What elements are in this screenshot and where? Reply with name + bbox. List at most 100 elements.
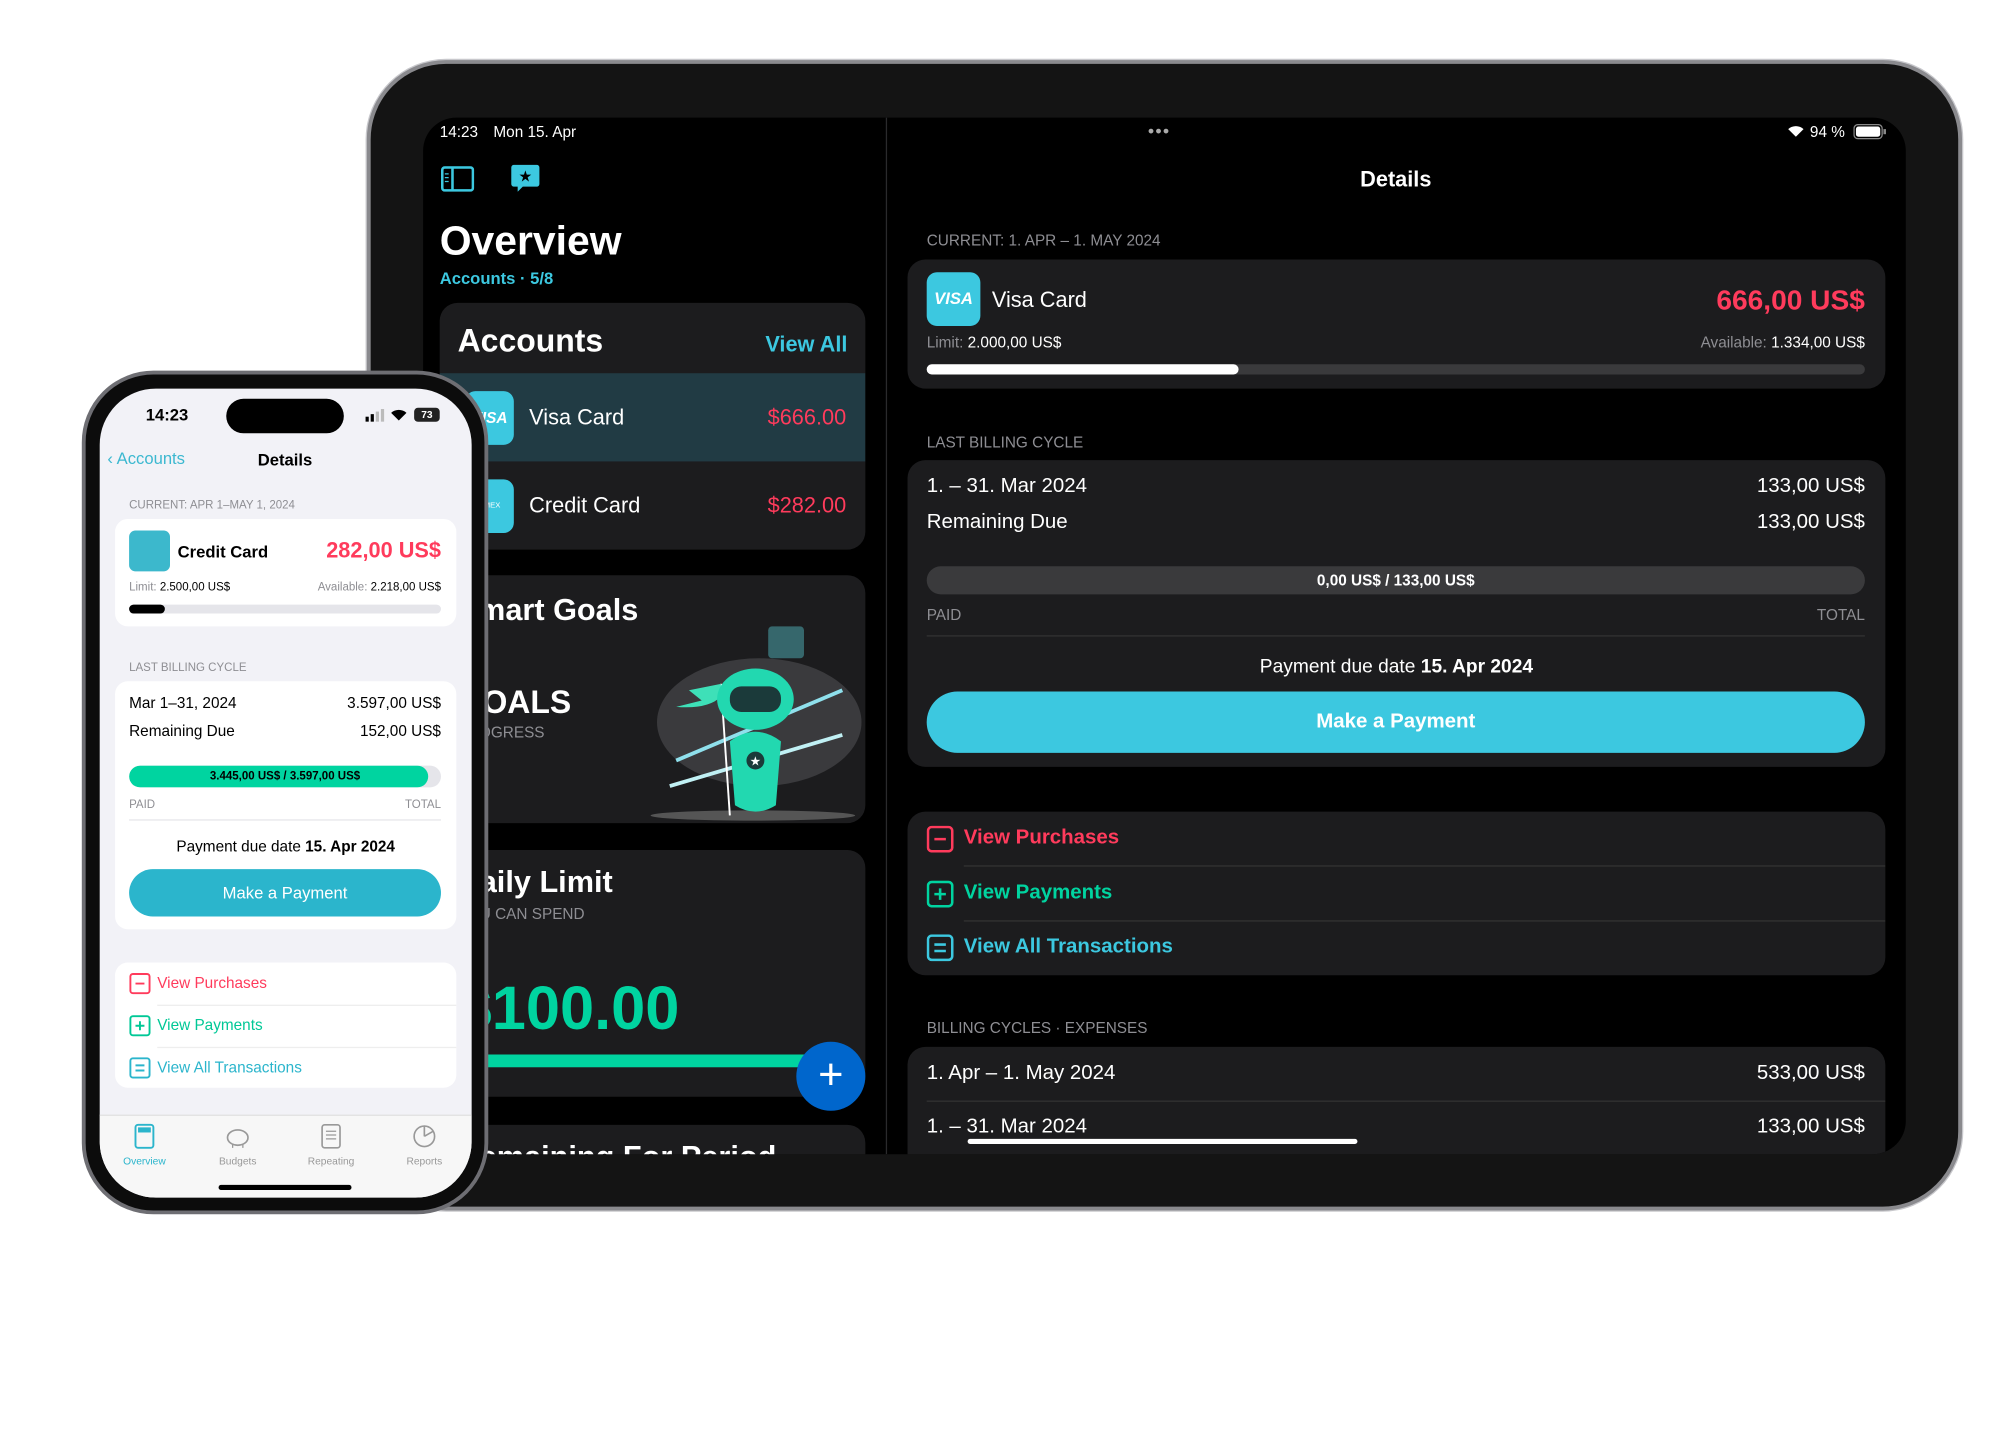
pie-chart-icon	[413, 1125, 436, 1148]
tab-label: Repeating	[307, 1155, 355, 1167]
equals-square-icon	[926, 934, 954, 962]
piggy-bank-icon	[226, 1129, 249, 1148]
svg-text:★: ★	[518, 169, 532, 186]
battery-percent: 94 %	[1809, 122, 1845, 141]
battery-icon: 73	[414, 407, 440, 422]
billing-cycles-header: BILLING CYCLES · EXPENSES	[926, 1018, 1148, 1037]
daily-limit-amount: $100.00	[457, 975, 680, 1044]
due-prefix: Payment due date	[1259, 655, 1416, 678]
sidebar-toggle-icon[interactable]	[440, 166, 475, 192]
remaining-card-title: Remaining For Period	[458, 1140, 777, 1154]
amex-card-icon	[129, 530, 171, 572]
link-label: View All Transactions	[963, 935, 1173, 958]
current-card: Credit Card 282,00 US$ Limit: 2.500,00 U…	[115, 518, 457, 627]
remaining-due-label: Remaining Due	[926, 511, 1068, 534]
view-all-transactions-link[interactable]: View All Transactions	[908, 922, 1886, 976]
usage-bar	[129, 604, 441, 614]
wifi-icon	[1788, 126, 1804, 137]
home-indicator	[967, 1138, 1358, 1144]
chevron-left-icon: ‹	[107, 448, 113, 468]
equals-square-icon	[129, 1057, 151, 1079]
tab-label: Overview	[123, 1155, 166, 1167]
details-title: Details	[1360, 167, 1432, 192]
current-card: VISA Visa Card 666,00 US$ Limit: 2.000,0…	[907, 259, 1886, 389]
available-value: 2.218,00 US$	[370, 580, 441, 594]
payment-progress-bar: 3.445,00 US$ / 3.597,00 US$	[129, 765, 441, 788]
account-name: Visa Card	[529, 405, 625, 430]
accounts-count[interactable]: Accounts · 5/8	[440, 268, 554, 287]
accounts-card: Accounts View All VISA Visa Card $666.00…	[439, 302, 866, 550]
payment-progress-text: 0,00 US$ / 133,00 US$	[1316, 571, 1475, 590]
minus-square-icon	[129, 973, 151, 995]
usage-bar-fill	[129, 604, 165, 614]
total-label: TOTAL	[404, 797, 441, 811]
visa-card-icon: VISA	[926, 272, 981, 326]
available-label: Available:	[317, 580, 368, 594]
last-cycle-card: 1. – 31. Mar 2024 133,00 US$ Remaining D…	[907, 460, 1886, 767]
cycle-amount: 533,00 US$	[1756, 1062, 1865, 1084]
make-payment-button[interactable]: Make a Payment	[926, 691, 1865, 753]
tab-reports[interactable]: Reports	[396, 1124, 452, 1175]
feedback-star-icon[interactable]: ★	[510, 164, 541, 195]
multitask-dots[interactable]: •••	[1148, 120, 1171, 140]
limit-label: Limit:	[926, 333, 964, 352]
tab-repeating[interactable]: Repeating	[303, 1123, 359, 1175]
accounts-card-title: Accounts	[457, 323, 604, 360]
dynamic-island	[226, 398, 344, 434]
daily-limit-bar-fill	[457, 1054, 822, 1068]
robot-illustration: ★	[650, 626, 862, 821]
status-time: 14:23	[145, 405, 189, 425]
view-all-transactions-link[interactable]: View All Transactions	[115, 1047, 456, 1088]
list-icon	[321, 1123, 341, 1149]
billing-cycle-row[interactable]: 1. Apr – 1. May 2024 533,00 US$	[908, 1047, 1886, 1101]
paid-label: PAID	[129, 797, 156, 811]
due-date: 15. Apr 2024	[305, 837, 395, 856]
add-transaction-button[interactable]: +	[796, 1041, 866, 1111]
tab-overview[interactable]: Overview	[116, 1123, 172, 1175]
billing-cycle-row[interactable]: 1. – 31. Mar 2024 133,00 US$	[908, 1102, 1886, 1154]
remaining-due-value: 133,00 US$	[1756, 511, 1865, 534]
view-payments-link[interactable]: View Payments	[908, 867, 1886, 922]
last-cycle-card: Mar 1–31, 2024 3.597,00 US$ Remaining Du…	[115, 681, 457, 930]
available-value: 1.334,00 US$	[1771, 333, 1865, 352]
transaction-links-card: View Purchases View Payments View All Tr…	[115, 962, 457, 1088]
link-label: View All Transactions	[157, 1058, 302, 1077]
cycle-period: 1. – 31. Mar 2024	[926, 475, 1088, 498]
signal-icon	[365, 409, 385, 422]
overview-icon	[134, 1123, 155, 1149]
remaining-due-label: Remaining Due	[129, 722, 235, 741]
card-balance: 282,00 US$	[326, 538, 441, 563]
current-header: CURRENT: 1. APR – 1. MAY 2024	[926, 231, 1161, 250]
back-button[interactable]: ‹ Accounts	[107, 449, 185, 468]
link-label: View Payments	[963, 881, 1113, 904]
limit-value: 2.500,00 US$	[159, 580, 231, 594]
view-all-link[interactable]: View All	[765, 332, 847, 358]
split-divider	[885, 117, 888, 1155]
cycle-amount: 133,00 US$	[1756, 1115, 1865, 1138]
smart-goals-card[interactable]: Smart Goals GOALS PROGRESS ★	[439, 575, 866, 824]
account-amount: $666.00	[767, 405, 847, 430]
battery-icon	[1853, 123, 1886, 140]
card-name: Credit Card	[177, 541, 269, 562]
last-cycle-header: LAST BILLING CYCLE	[926, 433, 1084, 452]
remaining-card[interactable]: Remaining For Period	[439, 1124, 866, 1155]
link-label: View Payments	[157, 1016, 263, 1035]
back-label: Accounts	[116, 448, 185, 468]
cycle-period: 1. – 31. Mar 2024	[926, 1115, 1088, 1138]
payment-progress-text: 3.445,00 US$ / 3.597,00 US$	[209, 769, 361, 783]
view-payments-link[interactable]: View Payments	[115, 1005, 456, 1047]
ipad-screen: 14:23 Mon 15. Apr ★ Overview Accounts · …	[423, 117, 1906, 1155]
remaining-due-value: 152,00 US$	[359, 722, 441, 741]
payment-due: Payment due date 15. Apr 2024	[115, 837, 456, 855]
cycle-period: Mar 1–31, 2024	[129, 694, 237, 712]
account-row-visa[interactable]: VISA Visa Card $666.00	[439, 373, 866, 462]
view-purchases-link[interactable]: View Purchases	[115, 962, 456, 1004]
make-payment-button[interactable]: Make a Payment	[129, 869, 441, 917]
tab-budgets[interactable]: Budgets	[210, 1124, 266, 1175]
view-purchases-link[interactable]: View Purchases	[908, 812, 1886, 867]
payment-progress-bar: 0,00 US$ / 133,00 US$	[926, 566, 1865, 595]
account-row-credit[interactable]: AMEX Credit Card $282.00	[440, 461, 866, 549]
page-title: Overview	[439, 217, 622, 264]
iphone-screen: 14:23 73 ‹ Accounts Details CURRENT: APR…	[99, 388, 472, 1198]
limit-label: Limit:	[129, 580, 157, 594]
